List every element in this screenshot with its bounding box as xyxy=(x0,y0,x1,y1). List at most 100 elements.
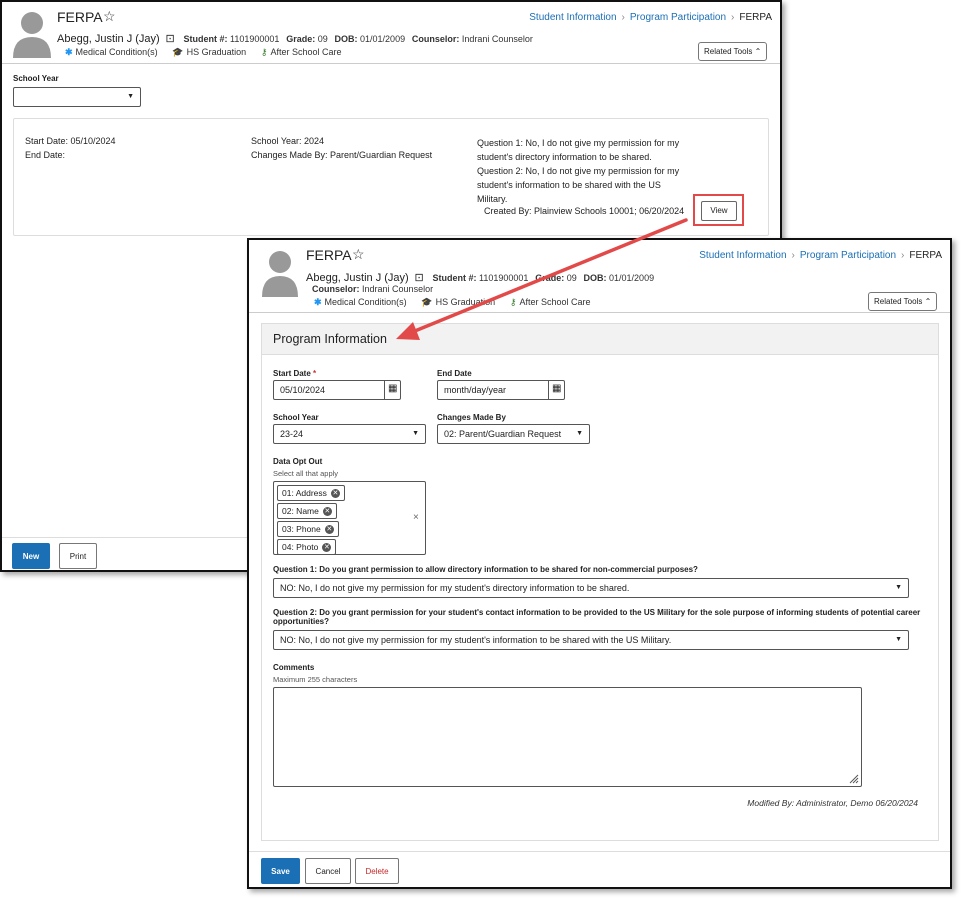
student-header-line: Abegg, Justin J (Jay) ⊡ Student #: 11019… xyxy=(57,32,533,45)
school-year-label: School Year xyxy=(13,74,59,83)
grade-value: 09 xyxy=(317,34,328,44)
student-flags: ✱ Medical Condition(s) 🎓 HS Graduation ⚷ Af… xyxy=(314,297,591,308)
start-date-input[interactable]: 05/10/2024 xyxy=(280,385,325,395)
record-start-date: Start Date: 05/10/2024 xyxy=(25,136,116,146)
breadcrumb-ferpa: FERPA xyxy=(739,12,772,23)
calendar-icon[interactable]: ▦ xyxy=(552,383,561,394)
record-school-year: School Year: 2024 xyxy=(251,136,325,146)
start-date-field[interactable]: 05/10/2024 ▦ xyxy=(273,380,401,400)
chevron-up-icon: ⌃ xyxy=(924,297,932,306)
related-tools-button[interactable]: Related Tools ⌃ xyxy=(868,292,938,311)
student-number-label: Student #: xyxy=(432,273,477,283)
remove-circle-icon[interactable]: ✕ xyxy=(322,507,332,517)
school-year-label: School Year xyxy=(273,413,319,422)
changes-made-by-label: Changes Made By xyxy=(437,413,506,422)
record-created-by: Created By: Plainview Schools 10001; 06/… xyxy=(484,206,685,216)
record-changes-made-by: Changes Made By: Parent/Guardian Request xyxy=(251,150,433,160)
breadcrumb-ferpa: FERPA xyxy=(909,250,942,261)
grade-label: Grade: xyxy=(286,34,316,44)
grade-value: 09 xyxy=(566,273,577,283)
school-year-select[interactable]: 23-24 ▼ xyxy=(273,424,426,444)
end-date-input[interactable]: month/day/year xyxy=(444,385,506,395)
chevron-right-icon: › xyxy=(901,250,905,261)
end-date-field[interactable]: month/day/year ▦ xyxy=(437,380,565,400)
flag-hs-graduation[interactable]: 🎓 HS Graduation xyxy=(421,297,495,307)
related-tools-button[interactable]: Related Tools ⌃ xyxy=(698,42,768,61)
dob-value: 01/01/2009 xyxy=(360,34,406,44)
counselor-label: Counselor: xyxy=(411,34,460,44)
comments-textarea[interactable] xyxy=(273,687,862,787)
remove-circle-icon[interactable]: ✕ xyxy=(330,489,340,499)
opt-out-chip-photo: 04: Photo ✕ xyxy=(277,539,337,555)
question2-select[interactable]: NO: No, I do not give my permission for … xyxy=(273,630,909,650)
flag-after-school-care[interactable]: ⚷ After School Care xyxy=(261,47,342,57)
counselor-value: Indrani Counselor xyxy=(362,284,434,294)
opt-out-chip-name: 02: Name ✕ xyxy=(277,503,337,519)
flag-medical-condition[interactable]: ✱ Medical Condition(s) xyxy=(314,297,407,307)
breadcrumb-program-participation[interactable]: Program Participation xyxy=(630,12,726,23)
student-name: Abegg, Justin J (Jay) xyxy=(57,33,160,45)
question2-label: Question 2: Do you grant permission for … xyxy=(273,608,921,626)
favorite-star-icon[interactable]: ☆ xyxy=(103,8,116,25)
calendar-icon[interactable]: ▦ xyxy=(388,383,397,394)
record-end-date: End Date: xyxy=(25,150,66,160)
opt-out-chip-phone: 03: Phone ✕ xyxy=(277,521,339,537)
graduation-cap-icon: 🎓 xyxy=(421,297,433,307)
breadcrumb-student-information[interactable]: Student Information xyxy=(699,250,786,261)
save-button[interactable]: Save xyxy=(261,858,300,884)
ferpa-detail-window: FERPA ☆ Student Information › Program Part… xyxy=(247,238,952,889)
contact-card-icon[interactable]: ⊡ xyxy=(415,272,424,284)
dob-label: DOB: xyxy=(334,34,358,44)
breadcrumb-program-participation[interactable]: Program Participation xyxy=(800,250,896,261)
favorite-star-icon[interactable]: ☆ xyxy=(352,246,365,263)
student-header-line: Abegg, Justin J (Jay) ⊡ Student #: 11019… xyxy=(306,271,654,284)
graduation-cap-icon: 🎓 xyxy=(172,47,184,57)
key-icon: ⚷ xyxy=(260,47,268,57)
dob-value: 01/01/2009 xyxy=(609,273,655,283)
asterisk-icon: ✱ xyxy=(65,47,73,57)
student-avatar xyxy=(13,12,51,58)
record-questions: Question 1: No, I do not give my permiss… xyxy=(477,138,680,204)
dropdown-caret-icon: ▼ xyxy=(576,430,583,437)
print-button[interactable]: Print xyxy=(59,543,97,569)
flag-medical-condition[interactable]: ✱ Medical Condition(s) xyxy=(65,47,158,57)
remove-circle-icon[interactable]: ✕ xyxy=(322,543,332,553)
page-title: FERPA xyxy=(57,9,103,25)
dropdown-caret-icon: ▼ xyxy=(895,584,902,591)
modified-by: Modified By: Administrator, Demo 06/20/2… xyxy=(747,798,918,808)
chevron-right-icon: › xyxy=(621,12,625,23)
data-opt-out-hint: Select all that apply xyxy=(273,469,339,478)
contact-card-icon[interactable]: ⊡ xyxy=(166,33,175,45)
view-button[interactable]: View xyxy=(701,201,737,221)
start-date-label: Start Date * xyxy=(273,369,317,378)
counselor-line: Counselor: Indrani Counselor xyxy=(312,284,433,294)
breadcrumb: Student Information › Program Participatio… xyxy=(699,250,942,261)
resize-handle-icon[interactable] xyxy=(849,774,859,784)
breadcrumb: Student Information › Program Participatio… xyxy=(529,12,772,23)
section-title: Program Information xyxy=(273,332,387,346)
question1-select[interactable]: NO: No, I do not give my permission for … xyxy=(273,578,909,598)
end-date-label: End Date xyxy=(437,369,472,378)
dropdown-caret-icon: ▼ xyxy=(895,636,902,643)
dropdown-caret-icon: ▼ xyxy=(412,430,419,437)
student-avatar xyxy=(262,251,298,297)
ferpa-record-card: Start Date: 05/10/2024 End Date: School … xyxy=(13,118,769,236)
delete-button[interactable]: Delete xyxy=(355,858,399,884)
chevron-right-icon: › xyxy=(731,12,735,23)
flag-hs-graduation[interactable]: 🎓 HS Graduation xyxy=(172,47,246,57)
data-opt-out-multiselect[interactable]: 01: Address ✕ 02: Name ✕ 03: Phone ✕ 04: Ph… xyxy=(273,481,426,555)
school-year-select[interactable]: ▼ xyxy=(13,87,141,107)
chevron-right-icon: › xyxy=(791,250,795,261)
new-button[interactable]: New xyxy=(12,543,50,569)
flag-after-school-care[interactable]: ⚷ After School Care xyxy=(510,297,591,307)
panel-header: Program Information xyxy=(262,324,938,355)
cancel-button[interactable]: Cancel xyxy=(305,858,351,884)
question1-label: Question 1: Do you grant permission to a… xyxy=(273,565,698,574)
breadcrumb-student-information[interactable]: Student Information xyxy=(529,12,616,23)
counselor-value: Indrani Counselor xyxy=(461,34,533,44)
changes-made-by-select[interactable]: 02: Parent/Guardian Request ▼ xyxy=(437,424,590,444)
comments-label: Comments xyxy=(273,663,315,672)
clear-all-icon[interactable]: × xyxy=(413,512,419,523)
remove-circle-icon[interactable]: ✕ xyxy=(324,525,334,535)
student-flags: ✱ Medical Condition(s) 🎓 HS Graduation ⚷ Af… xyxy=(65,47,342,58)
